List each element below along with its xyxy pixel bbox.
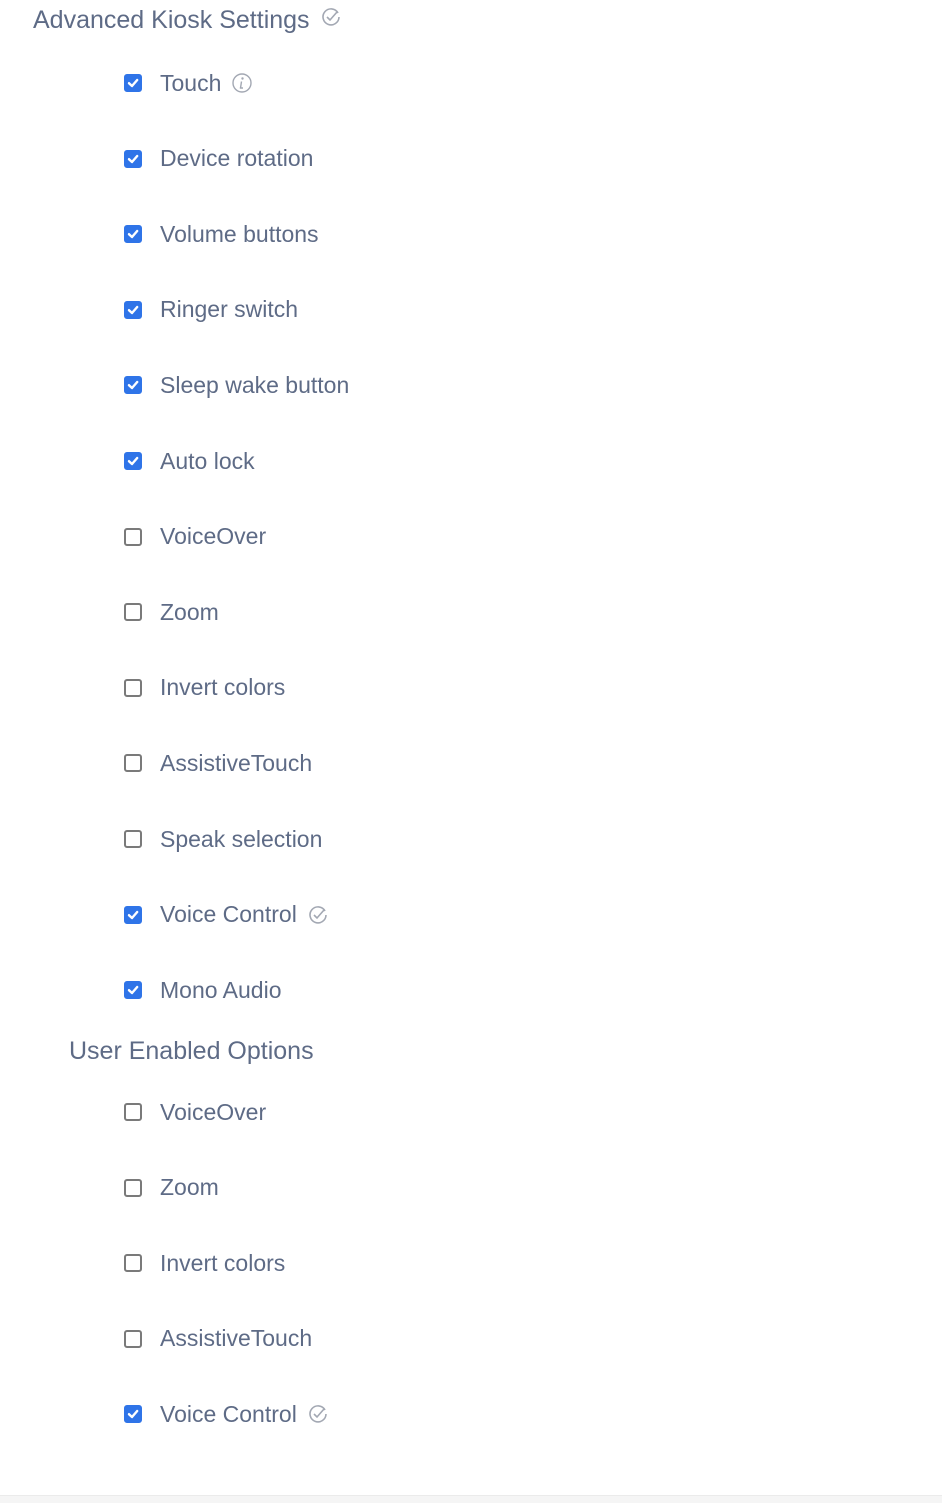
checkbox-label[interactable]: VoiceOver	[160, 523, 266, 550]
checkbox[interactable]	[124, 376, 142, 395]
checkbox[interactable]	[124, 452, 142, 470]
checkbox[interactable]	[124, 225, 142, 244]
checkbox-label[interactable]: Voice Control	[160, 901, 297, 928]
checkbox-row-auto-lock[interactable]: Auto lock	[124, 446, 255, 476]
checkbox-row-sleep-wake-button[interactable]: Sleep wake button	[124, 370, 349, 400]
checkbox-label[interactable]: Speak selection	[160, 826, 322, 853]
checkbox[interactable]	[124, 300, 142, 319]
checkbox[interactable]	[124, 905, 142, 924]
checkbox-label[interactable]: Touch	[160, 70, 221, 97]
checkbox-row-invert-colors[interactable]: Invert colors	[124, 1248, 285, 1278]
checkbox-label[interactable]: Sleep wake button	[160, 372, 349, 399]
checkbox-label[interactable]: Mono Audio	[160, 977, 281, 1004]
checkbox-label[interactable]: AssistiveTouch	[160, 750, 312, 777]
checkbox-row-voiceover[interactable]: VoiceOver	[124, 522, 266, 552]
checkbox-label[interactable]: Device rotation	[160, 145, 313, 172]
checkbox-row-assistivetouch[interactable]: AssistiveTouch	[124, 1324, 312, 1354]
checkbox-row-device-rotation[interactable]: Device rotation	[124, 144, 313, 174]
checkbox-row-voiceover[interactable]: VoiceOver	[124, 1097, 266, 1127]
checkbox-row-touch[interactable]: Touch	[124, 68, 253, 98]
checkbox[interactable]	[124, 1103, 142, 1121]
user-enabled-options-title: User Enabled Options	[69, 1037, 314, 1066]
section-title-text: User Enabled Options	[69, 1037, 314, 1065]
checkbox-label[interactable]: Zoom	[160, 1174, 219, 1201]
check-circle-icon	[307, 1403, 329, 1425]
checkbox-label[interactable]: Auto lock	[160, 448, 255, 475]
check-circle-icon	[320, 6, 342, 35]
checkbox[interactable]	[124, 74, 142, 92]
checkbox[interactable]	[124, 1329, 142, 1348]
checkbox-row-invert-colors[interactable]: Invert colors	[124, 673, 285, 703]
checkbox-row-mono-audio[interactable]: Mono Audio	[124, 975, 281, 1005]
checkbox-row-zoom[interactable]: Zoom	[124, 597, 219, 627]
checkbox-label[interactable]: VoiceOver	[160, 1099, 266, 1126]
checkbox[interactable]	[124, 981, 142, 1000]
checkbox[interactable]	[124, 149, 142, 168]
checkbox-label[interactable]: Volume buttons	[160, 221, 319, 248]
checkbox-label[interactable]: Voice Control	[160, 1401, 297, 1428]
checkbox-label[interactable]: Invert colors	[160, 674, 285, 701]
check-circle-icon	[307, 904, 329, 926]
checkbox-row-speak-selection[interactable]: Speak selection	[124, 824, 322, 854]
checkbox-row-assistivetouch[interactable]: AssistiveTouch	[124, 748, 312, 778]
checkbox[interactable]	[124, 1178, 142, 1197]
checkbox-row-voice-control[interactable]: Voice Control	[124, 1399, 329, 1429]
info-icon[interactable]	[231, 72, 253, 94]
checkbox-label[interactable]: Invert colors	[160, 1250, 285, 1277]
checkbox-row-ringer-switch[interactable]: Ringer switch	[124, 295, 298, 325]
checkbox-row-zoom[interactable]: Zoom	[124, 1173, 219, 1203]
checkbox-label[interactable]: AssistiveTouch	[160, 1325, 312, 1352]
section-title-text: Advanced Kiosk Settings	[33, 6, 310, 34]
checkbox[interactable]	[124, 603, 142, 622]
checkbox-row-voice-control[interactable]: Voice Control	[124, 900, 329, 930]
advanced-kiosk-settings-title: Advanced Kiosk Settings	[33, 6, 342, 35]
checkbox[interactable]	[124, 1254, 142, 1273]
checkbox[interactable]	[124, 754, 142, 773]
checkbox[interactable]	[124, 527, 142, 546]
checkbox[interactable]	[124, 1405, 142, 1424]
checkbox[interactable]	[124, 830, 142, 848]
checkbox-label[interactable]: Ringer switch	[160, 296, 298, 323]
checkbox-row-volume-buttons[interactable]: Volume buttons	[124, 219, 319, 249]
checkbox[interactable]	[124, 678, 142, 697]
checkbox-label[interactable]: Zoom	[160, 599, 219, 626]
